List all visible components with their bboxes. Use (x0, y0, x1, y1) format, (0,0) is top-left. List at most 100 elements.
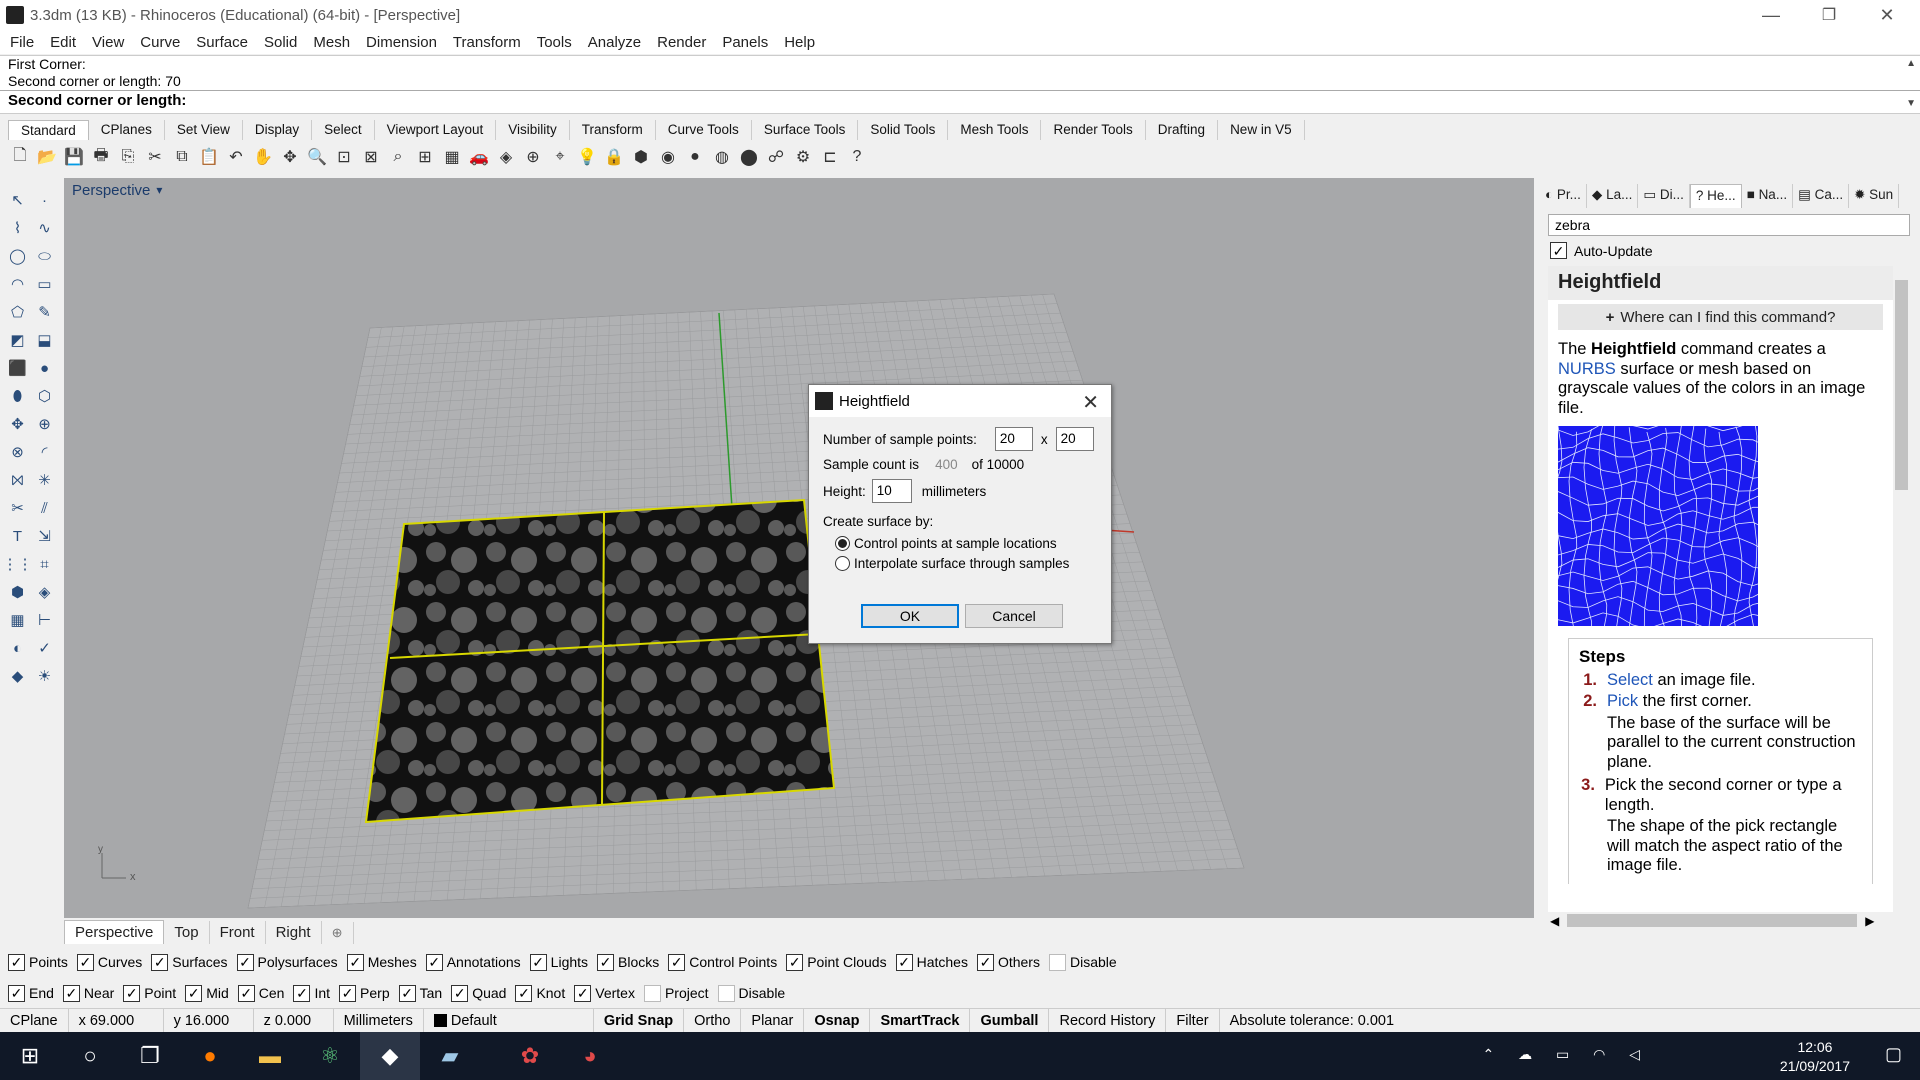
select-link[interactable]: Select (1607, 671, 1653, 689)
filter-meshes[interactable]: ✓ Meshes (346, 953, 417, 971)
restore-button[interactable]: ❐ (1800, 0, 1858, 30)
nurbs-link[interactable]: NURBS (1558, 360, 1616, 378)
rhino-icon[interactable]: ◆ (360, 1032, 420, 1080)
filter-points[interactable]: ✓ Points (8, 953, 68, 971)
tab-properties[interactable]: ◐ Pr... (1540, 184, 1587, 208)
rectangle-icon[interactable]: ▭ (31, 270, 58, 298)
gumball-toggle[interactable]: Gumball (970, 1008, 1050, 1033)
help-search-input[interactable]: zebra (1548, 214, 1910, 236)
lock-icon[interactable]: 🔒 (602, 145, 626, 169)
export-icon[interactable]: ⎘ (116, 145, 140, 169)
array-icon[interactable]: ⋮⋮ (3, 550, 33, 578)
analyze-icon[interactable]: ⌗ (31, 550, 58, 578)
empty-checkbox[interactable] (643, 984, 661, 1002)
toolbar-tab-visibility[interactable]: Visibility (496, 120, 570, 140)
polyline-icon[interactable]: ⌇ (4, 214, 31, 242)
cplane-icon[interactable]: ⊕ (521, 145, 545, 169)
osnap-toggle[interactable]: Osnap (804, 1008, 871, 1033)
polygon-icon[interactable]: ⬠ (4, 298, 31, 326)
filter-disable[interactable]: Disable (1048, 953, 1117, 971)
tab-layers[interactable]: ◆ La... (1587, 184, 1639, 208)
paint-icon[interactable]: ◐ (4, 634, 31, 662)
sample-y-input[interactable]: 20 (1055, 427, 1094, 451)
system-clock[interactable]: 12:06 21/09/2017 (1780, 1038, 1850, 1076)
osnap-icon[interactable]: ⌖ (548, 145, 572, 169)
zoom-extents-icon[interactable]: ⊠ (359, 145, 383, 169)
grid-snap-toggle[interactable]: Grid Snap (594, 1008, 685, 1033)
filter-lights[interactable]: ✓ Lights (529, 953, 588, 971)
menu-render[interactable]: Render (649, 34, 714, 51)
filter-curves[interactable]: ✓ Curves (76, 953, 142, 971)
scroll-thumb[interactable] (1895, 280, 1908, 490)
tab-named-views[interactable]: ■ Na... (1742, 184, 1794, 208)
check-icon[interactable]: ✓ (786, 953, 804, 971)
check-icon[interactable]: ✓ (76, 953, 94, 971)
check-icon[interactable]: ✓ (668, 953, 686, 971)
filter-toggle[interactable]: Filter (1166, 1008, 1220, 1033)
dimension-icon[interactable]: ⊢ (31, 606, 58, 634)
menu-solid[interactable]: Solid (256, 34, 305, 51)
radio-interpolate[interactable] (835, 556, 850, 571)
tab-display[interactable]: ▭ Di... (1638, 184, 1690, 208)
check-icon[interactable]: ✓ (976, 953, 994, 971)
osnap-cen[interactable]: ✓ Cen (237, 984, 284, 1002)
join-icon[interactable]: ⨝ (4, 466, 31, 494)
viewport-layout-icon[interactable]: ⊞ (413, 145, 437, 169)
point-icon[interactable]: · (31, 186, 58, 214)
text-icon[interactable]: T (4, 522, 31, 550)
freeform-icon[interactable]: ✎ (31, 298, 58, 326)
open-icon[interactable]: 📂 (35, 145, 59, 169)
scroll-up-icon[interactable]: ▲ (1906, 58, 1916, 69)
check-icon[interactable]: ✓ (451, 984, 469, 1002)
osnap-tan[interactable]: ✓ Tan (398, 984, 442, 1002)
menu-help[interactable]: Help (776, 34, 823, 51)
minimize-button[interactable]: — (1742, 0, 1800, 30)
toolbar-tab-solid-tools[interactable]: Solid Tools (858, 120, 949, 140)
toolbar-tab-new-in-v5[interactable]: New in V5 (1218, 120, 1305, 140)
add-viewport-icon[interactable]: ⊕ (322, 922, 354, 944)
task-view-icon[interactable]: ❐ (120, 1032, 180, 1080)
close-button[interactable]: ✕ (1858, 0, 1916, 30)
cancel-button[interactable]: Cancel (965, 604, 1063, 628)
menu-transform[interactable]: Transform (445, 34, 529, 51)
check-icon[interactable]: ✓ (398, 984, 416, 1002)
osnap-perp[interactable]: ✓ Perp (339, 984, 390, 1002)
new-icon[interactable]: 🗋 (8, 145, 32, 169)
fillet-icon[interactable]: ◜ (31, 438, 58, 466)
save-icon[interactable]: 💾 (62, 145, 86, 169)
menu-mesh[interactable]: Mesh (305, 34, 358, 51)
osnap-near[interactable]: ✓ Near (62, 984, 114, 1002)
check-icon[interactable]: ✓ (895, 953, 913, 971)
copy-icon[interactable]: ⧉ (170, 145, 194, 169)
transform-icon[interactable]: ⇲ (31, 522, 58, 550)
help-icon[interactable]: ? (845, 145, 869, 169)
scroll-down-icon[interactable]: ▼ (1906, 98, 1916, 109)
menu-dimension[interactable]: Dimension (358, 34, 445, 51)
surface-corner-icon[interactable]: ◩ (4, 326, 31, 354)
cylinder-icon[interactable]: ⬮ (4, 382, 31, 410)
sphere-icon[interactable]: ● (31, 354, 58, 382)
osnap-knot[interactable]: ✓ Knot (515, 984, 565, 1002)
planar-toggle[interactable]: Planar (741, 1008, 805, 1033)
box-icon[interactable]: ⬛ (4, 354, 31, 382)
pan-icon[interactable]: ✋ (251, 145, 275, 169)
filter-control-points[interactable]: ✓ Control Points (668, 953, 777, 971)
tab-cplanes[interactable]: ▤ Ca... (1793, 184, 1850, 208)
rendered-icon[interactable]: ◍ (710, 145, 734, 169)
filter-others[interactable]: ✓ Others (976, 953, 1040, 971)
zoom-icon[interactable]: 🔍 (305, 145, 329, 169)
scroll-right-icon[interactable]: ▶ (1865, 914, 1874, 928)
pick-link[interactable]: Pick (1607, 692, 1638, 710)
solid-icon[interactable]: ⬢ (4, 578, 31, 606)
help-scrollbar[interactable] (1893, 266, 1910, 914)
menu-file[interactable]: File (2, 34, 42, 51)
undo-icon[interactable]: ↶ (224, 145, 248, 169)
option-control-points[interactable]: Control points at sample locations (835, 536, 1057, 551)
atom-icon[interactable]: ⚛ (300, 1032, 360, 1080)
color-icon[interactable]: ◉ (656, 145, 680, 169)
osnap-project[interactable]: Project (643, 984, 709, 1002)
tab-top[interactable]: Top (164, 921, 210, 944)
menu-edit[interactable]: Edit (42, 34, 84, 51)
check-icon[interactable]: ✓ (151, 953, 169, 971)
grid-array-icon[interactable]: ▦ (4, 606, 31, 634)
